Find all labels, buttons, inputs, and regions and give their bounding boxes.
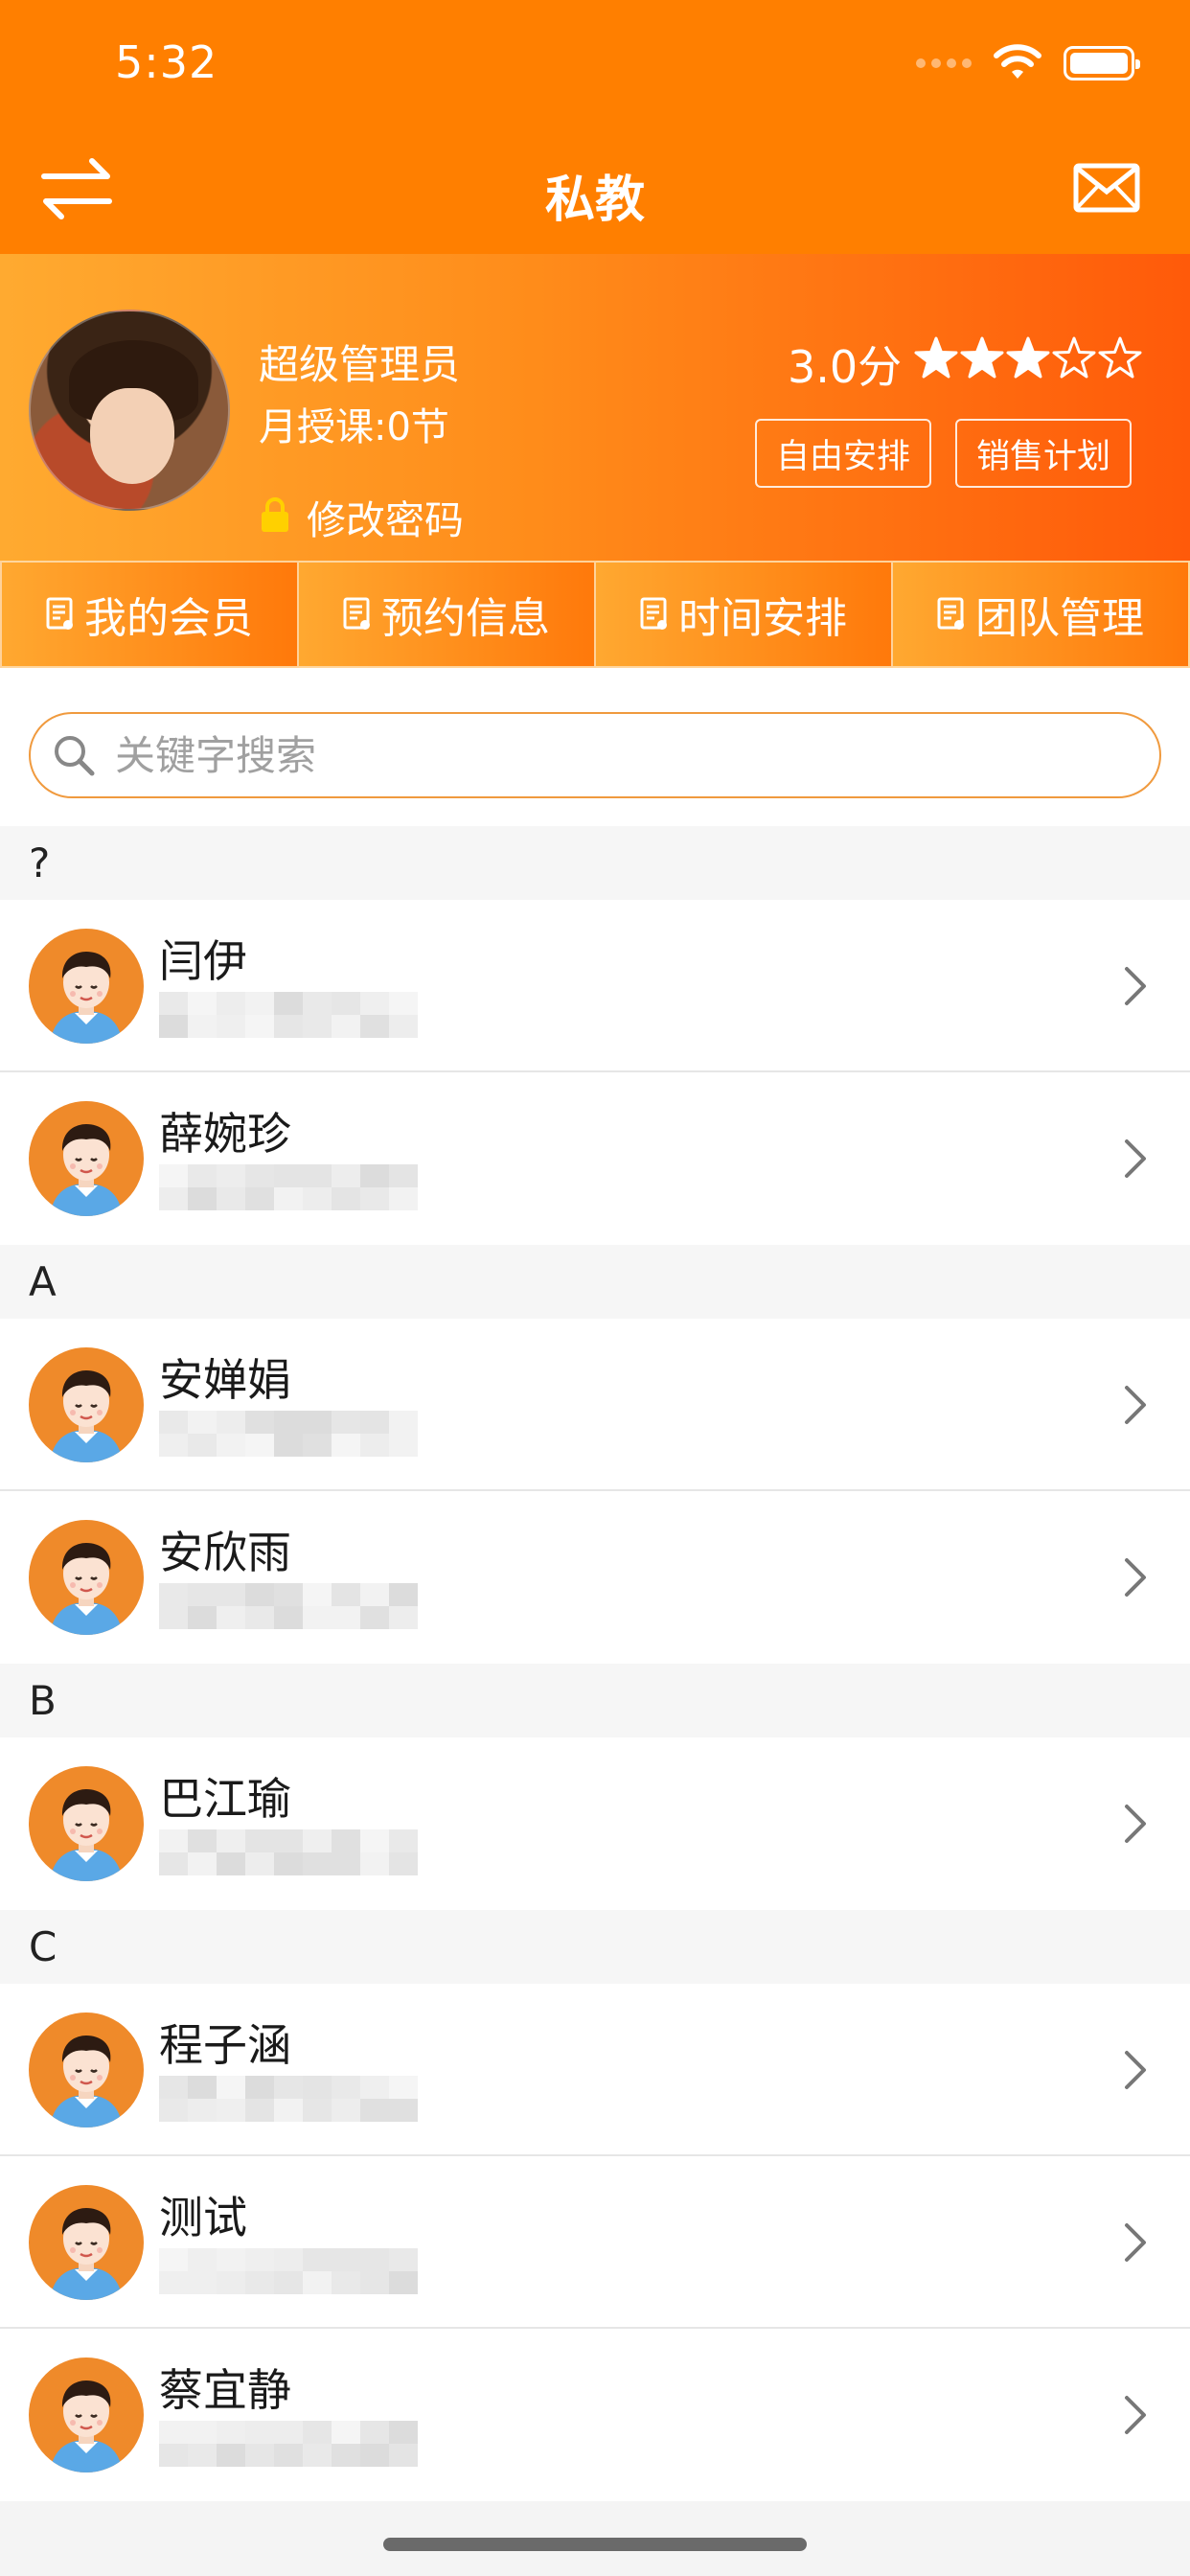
avatar xyxy=(29,1347,144,1462)
member-name: 安婵娟 xyxy=(159,1354,291,1406)
star-filled-icon xyxy=(960,336,1004,379)
search-icon xyxy=(55,736,95,776)
sales-plan-button[interactable]: 销售计划 xyxy=(955,419,1132,488)
signal-icon xyxy=(916,58,972,68)
status-time: 5:32 xyxy=(115,36,218,88)
chevron-right-icon xyxy=(1125,1805,1146,1843)
list-item[interactable]: 薛婉珍 xyxy=(0,1072,1190,1245)
list-item[interactable]: 测试 xyxy=(0,2156,1190,2329)
search-area xyxy=(0,668,1190,826)
phone-blurred xyxy=(159,1829,418,1875)
chevron-right-icon xyxy=(1125,967,1146,1005)
phone-blurred xyxy=(159,2248,418,2294)
chevron-right-icon xyxy=(1125,1139,1146,1178)
avatar xyxy=(29,1766,144,1881)
section-header: A xyxy=(0,1245,1190,1319)
tab-booking-info[interactable]: 预约信息 xyxy=(297,561,596,668)
section-header: B xyxy=(0,1664,1190,1737)
section-header: ? xyxy=(0,826,1190,900)
chevron-right-icon xyxy=(1125,1386,1146,1424)
avatar xyxy=(29,2185,144,2300)
status-icons xyxy=(916,44,1140,82)
tab-my-members[interactable]: 我的会员 xyxy=(0,561,299,668)
monthly-lessons: 月授课:0节 xyxy=(259,405,449,449)
chevron-right-icon xyxy=(1125,1558,1146,1597)
document-icon xyxy=(46,597,73,630)
list-item[interactable]: 安婵娟 xyxy=(0,1319,1190,1491)
profile-name: 超级管理员 xyxy=(259,341,461,388)
tab-bar: 我的会员 预约信息 时间安排 团队管理 xyxy=(0,561,1190,668)
list-item[interactable]: 巴江瑜 xyxy=(0,1737,1190,1910)
avatar xyxy=(29,1520,144,1635)
phone-blurred xyxy=(159,992,418,1038)
member-list: ? 闫伊薛婉珍 A 安婵娟安欣雨 B 巴江瑜 C 程子涵测试蔡宜静 xyxy=(0,826,1190,2501)
mail-icon[interactable] xyxy=(1073,163,1140,213)
member-name: 蔡宜静 xyxy=(159,2364,291,2416)
lock-icon xyxy=(262,497,288,532)
avatar xyxy=(29,1101,144,1216)
change-password-link[interactable]: 修改密码 xyxy=(307,488,464,545)
top-bar: 5:32 私教 xyxy=(0,0,1190,254)
document-icon xyxy=(937,597,964,630)
tab-team-management[interactable]: 团队管理 xyxy=(891,561,1190,668)
phone-blurred xyxy=(159,2421,418,2467)
member-name: 安欣雨 xyxy=(159,1527,291,1578)
tab-label: 团队管理 xyxy=(975,594,1144,643)
member-name: 薛婉珍 xyxy=(159,1108,291,1160)
profile-header: 超级管理员 月授课:0节 修改密码 3.0分 自由安排 销售计划 xyxy=(0,254,1190,561)
rating-score: 3.0分 xyxy=(788,341,903,393)
tab-label: 预约信息 xyxy=(381,594,550,643)
chevron-right-icon xyxy=(1125,2051,1146,2089)
wifi-icon xyxy=(994,44,1041,79)
star-empty-icon xyxy=(1098,336,1142,379)
member-name: 测试 xyxy=(159,2192,247,2243)
profile-avatar[interactable] xyxy=(29,310,230,511)
list-item[interactable]: 闫伊 xyxy=(0,900,1190,1072)
avatar xyxy=(29,929,144,1044)
home-indicator xyxy=(383,2538,807,2551)
document-icon xyxy=(343,597,370,630)
battery-icon xyxy=(1064,46,1140,80)
avatar xyxy=(29,2012,144,2128)
list-item[interactable]: 安欣雨 xyxy=(0,1491,1190,1664)
free-schedule-button[interactable]: 自由安排 xyxy=(755,419,931,488)
member-name: 巴江瑜 xyxy=(159,1773,291,1825)
list-item[interactable]: 程子涵 xyxy=(0,1984,1190,2156)
rating-stars xyxy=(914,336,1142,380)
search-input[interactable] xyxy=(115,731,977,779)
phone-blurred xyxy=(159,1411,418,1457)
member-name: 程子涵 xyxy=(159,2019,291,2071)
star-empty-icon xyxy=(1052,336,1096,379)
list-item[interactable]: 蔡宜静 xyxy=(0,2329,1190,2501)
member-name: 闫伊 xyxy=(159,935,247,987)
phone-blurred xyxy=(159,1583,418,1629)
chevron-right-icon xyxy=(1125,2396,1146,2434)
chevron-right-icon xyxy=(1125,2223,1146,2262)
search-box[interactable] xyxy=(29,712,1161,798)
page-title: 私教 xyxy=(544,172,645,229)
star-filled-icon xyxy=(914,336,958,379)
star-filled-icon xyxy=(1006,336,1050,379)
tab-label: 我的会员 xyxy=(84,594,253,643)
phone-blurred xyxy=(159,2076,418,2122)
tab-schedule[interactable]: 时间安排 xyxy=(594,561,893,668)
tab-label: 时间安排 xyxy=(678,594,847,643)
phone-blurred xyxy=(159,1164,418,1210)
document-icon xyxy=(640,597,667,630)
section-header: C xyxy=(0,1910,1190,1984)
avatar xyxy=(29,2358,144,2472)
